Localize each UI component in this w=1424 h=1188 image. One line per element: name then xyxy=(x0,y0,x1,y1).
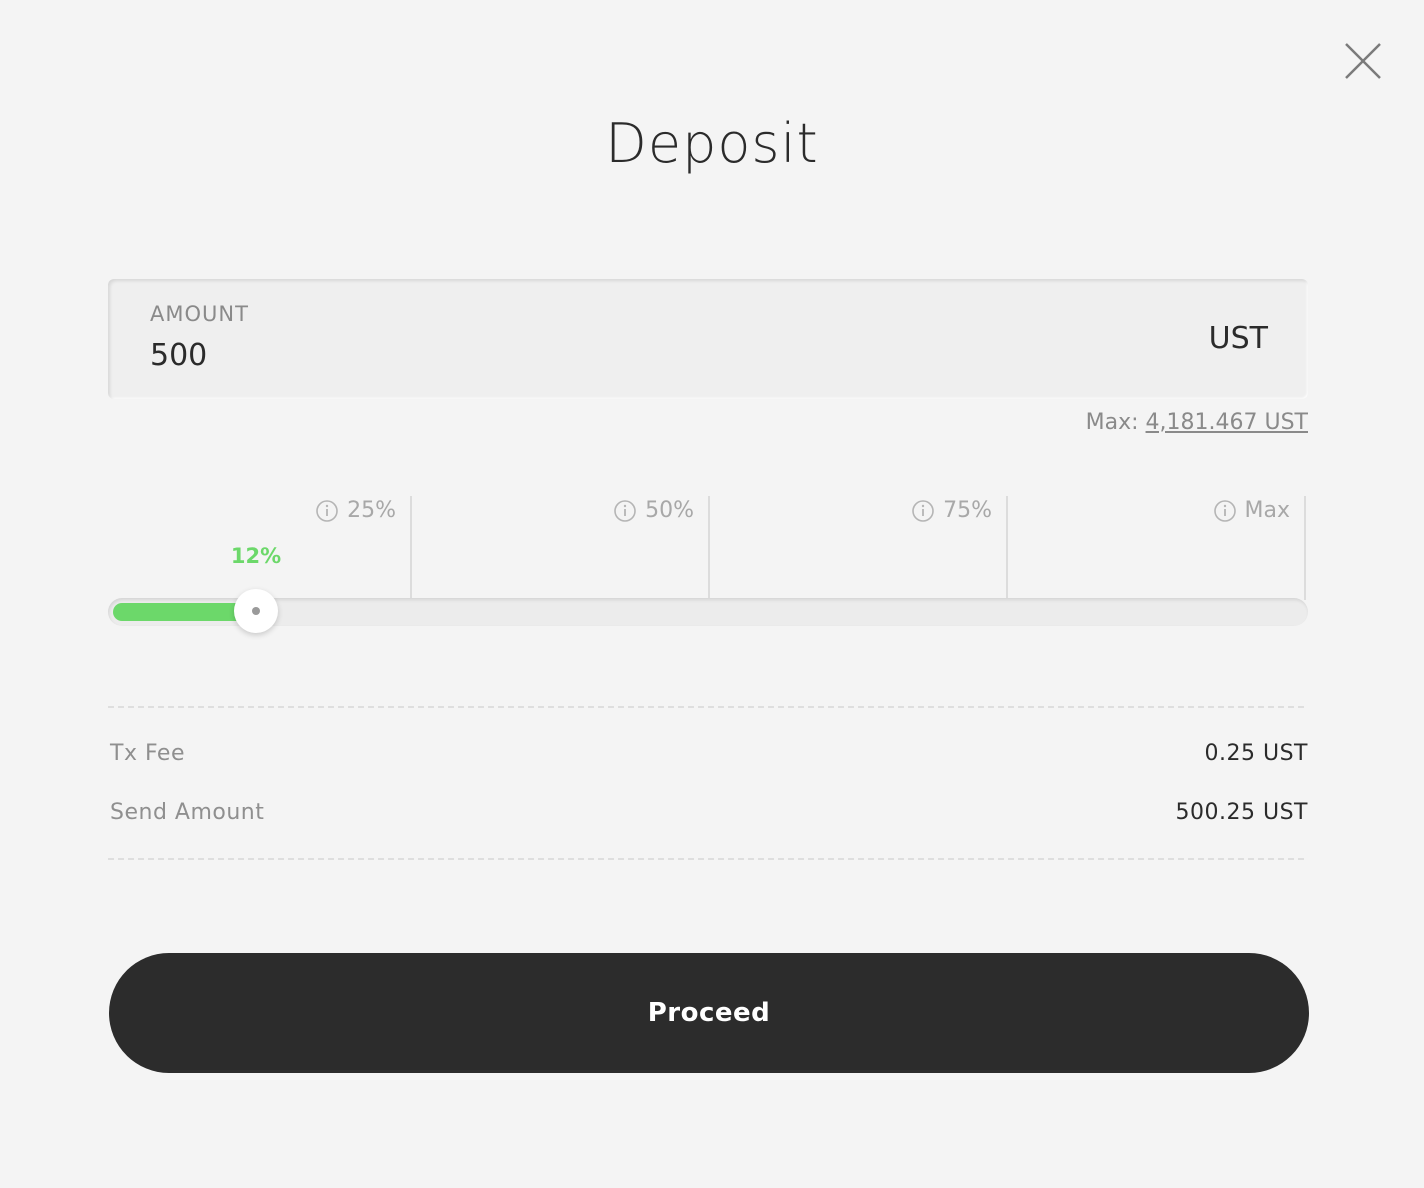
info-icon xyxy=(1213,499,1236,522)
send-amount-label: Send Amount xyxy=(110,800,265,825)
info-icon xyxy=(614,499,636,522)
slider-thumb[interactable] xyxy=(234,589,278,633)
deposit-modal: Deposit AMOUNT UST Max: 4,181.467 UST 25… xyxy=(0,0,1424,1188)
amount-unit: UST xyxy=(1208,321,1268,356)
info-icon xyxy=(912,499,934,522)
tx-fee-value: 0.25 UST xyxy=(1204,741,1308,766)
max-prefix: Max: xyxy=(1085,410,1139,435)
summary-divider-top xyxy=(108,706,1304,708)
info-icon xyxy=(316,499,338,522)
amount-field[interactable]: AMOUNT UST xyxy=(108,279,1308,399)
close-button[interactable] xyxy=(1340,38,1386,84)
tx-fee-row: Tx Fee 0.25 UST xyxy=(108,741,1308,771)
modal-title: Deposit xyxy=(605,112,819,175)
tx-fee-label: Tx Fee xyxy=(110,741,185,766)
amount-slider-track[interactable] xyxy=(108,598,1308,626)
send-amount-row: Send Amount 500.25 UST xyxy=(108,800,1308,830)
tick-75[interactable]: 75% xyxy=(708,496,1008,600)
slider-percent-label: 12% xyxy=(230,544,282,568)
tick-50[interactable]: 50% xyxy=(410,496,710,600)
tick-25-text: 25% xyxy=(347,498,396,523)
tick-50-text: 50% xyxy=(645,498,694,523)
tick-75-text: 75% xyxy=(943,498,992,523)
tick-max-text: Max xyxy=(1244,498,1290,523)
tick-25-label[interactable]: 25% xyxy=(315,498,396,523)
max-balance: Max: 4,181.467 UST xyxy=(1086,410,1308,435)
tick-max[interactable]: Max xyxy=(1006,496,1306,600)
tick-75-label[interactable]: 75% xyxy=(911,498,992,523)
tick-50-label[interactable]: 50% xyxy=(613,498,694,523)
amount-label: AMOUNT xyxy=(150,302,249,326)
close-icon xyxy=(1345,43,1381,79)
amount-input[interactable] xyxy=(148,333,1052,377)
proceed-button[interactable]: Proceed xyxy=(109,953,1309,1073)
tick-max-label[interactable]: Max xyxy=(1213,498,1290,523)
send-amount-value: 500.25 UST xyxy=(1175,800,1308,825)
max-amount-link[interactable]: 4,181.467 UST xyxy=(1146,410,1308,435)
summary-divider-bottom xyxy=(108,858,1304,860)
